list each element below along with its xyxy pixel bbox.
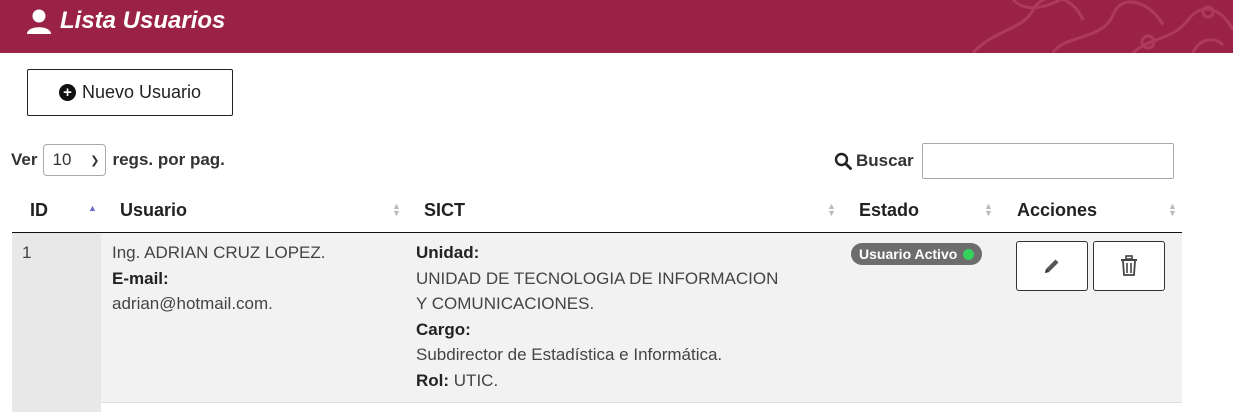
page-title: Lista Usuarios xyxy=(26,6,225,36)
cargo-label: Cargo: xyxy=(416,319,471,339)
column-header-acciones[interactable]: Acciones xyxy=(1017,190,1097,231)
header-ornament xyxy=(971,0,1233,53)
length-suffix: regs. por pag. xyxy=(112,150,225,169)
cargo-value: Subdirector de Estadística e Informática… xyxy=(416,345,723,364)
sort-icon: ▲ ▼ xyxy=(984,201,993,218)
status-text: Usuario Activo xyxy=(859,246,958,262)
column-header-id[interactable]: ID xyxy=(30,190,48,231)
edit-button[interactable] xyxy=(1016,241,1088,291)
search-label: Buscar xyxy=(856,151,914,170)
unidad-line-1: UNIDAD DE TECNOLOGIA DE INFORMACION xyxy=(416,268,779,288)
sict-cell: Unidad: UNIDAD DE TECNOLOGIA DE INFORMAC… xyxy=(416,240,778,393)
search-input[interactable] xyxy=(921,143,1174,179)
chevron-down-icon: ❯ xyxy=(90,154,100,167)
user-email: adrian@hotmail.com. xyxy=(112,294,273,313)
length-prefix: Ver xyxy=(11,150,38,169)
sort-icon: ▲ xyxy=(88,203,97,213)
delete-button[interactable] xyxy=(1093,241,1165,291)
rol-value: UTIC. xyxy=(453,370,499,390)
column-header-sict[interactable]: SICT xyxy=(424,190,465,231)
page-header: Lista Usuarios xyxy=(0,0,1233,53)
sort-icon: ▲ ▼ xyxy=(1168,201,1177,218)
new-user-label: Nuevo Usuario xyxy=(81,82,202,102)
unidad-line-2: Y COMUNICACIONES. xyxy=(416,294,595,313)
trash-icon xyxy=(1121,255,1137,276)
sort-icon: ▲ ▼ xyxy=(827,201,836,218)
user-cell: Ing. ADRIAN CRUZ LOPEZ. E-mail: adrian@h… xyxy=(112,240,326,317)
page-length-control: Ver 10 ❯ regs. por pag. xyxy=(11,144,225,176)
pencil-icon xyxy=(1045,259,1059,273)
page-length-select[interactable]: 10 ❯ xyxy=(43,144,107,176)
rol-label: Rol: xyxy=(416,370,450,390)
sort-icon: ▲ ▼ xyxy=(392,201,401,218)
column-header-estado[interactable]: Estado xyxy=(859,190,919,231)
status-badge: Usuario Activo xyxy=(851,243,983,265)
table-row: 1 Ing. ADRIAN CRUZ LOPEZ. E-mail: adrian… xyxy=(12,233,1182,412)
search-icon xyxy=(834,152,852,170)
unidad-label: Unidad: xyxy=(416,243,480,262)
user-icon xyxy=(27,9,51,34)
user-id: 1 xyxy=(22,243,32,262)
plus-circle-icon: + xyxy=(58,84,76,101)
page-length-value: 10 xyxy=(52,150,72,169)
new-user-button[interactable]: + Nuevo Usuario xyxy=(27,69,233,116)
page-title-text: Lista Usuarios xyxy=(60,7,226,34)
status-dot xyxy=(963,248,975,260)
email-label: E-mail: xyxy=(112,268,169,288)
table-header: ID ▲ Usuario ▲ ▼ SICT ▲ ▼ Estado ▲ ▼ Accion… xyxy=(12,190,1182,233)
search-control: Buscar xyxy=(834,143,1174,179)
column-header-usuario[interactable]: Usuario xyxy=(120,190,187,231)
user-name: Ing. ADRIAN CRUZ LOPEZ. xyxy=(112,243,326,262)
